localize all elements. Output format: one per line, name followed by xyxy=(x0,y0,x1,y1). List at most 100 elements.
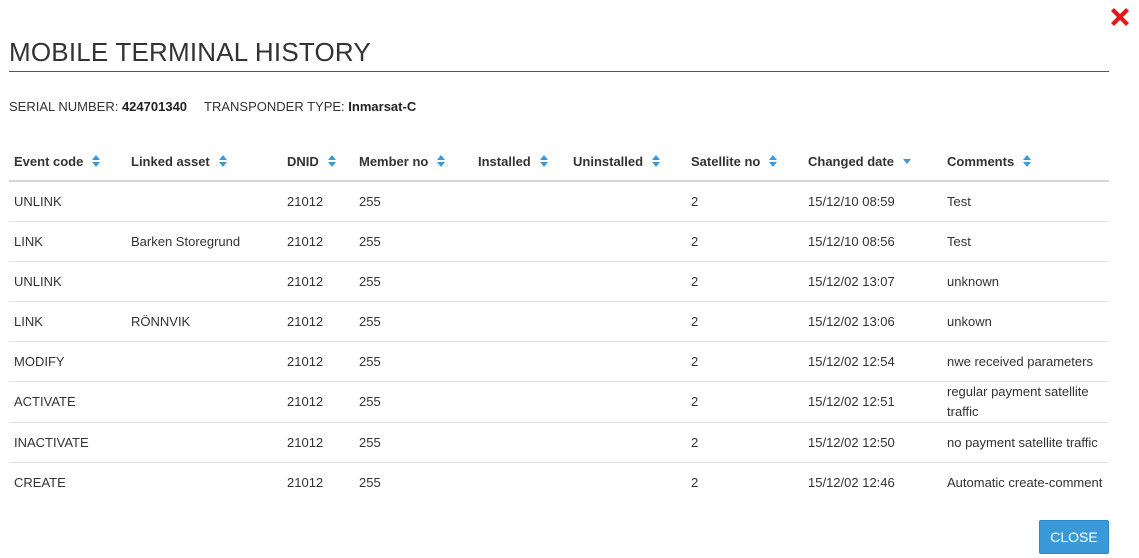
cell-changed-date: 15/12/02 13:06 xyxy=(803,301,942,342)
cell-comment: unkown xyxy=(942,301,1109,342)
column-header-member-no[interactable]: Member no xyxy=(354,142,473,182)
table-row: LINK Barken Storegrund 21012 255 2 15/12/10 0… xyxy=(9,221,1109,262)
cell-member-no: 255 xyxy=(354,301,473,342)
table-row: UNLINK 21012 255 2 15/12/02 13:07 unknown xyxy=(9,261,1109,302)
table-row: MODIFY 21012 255 2 15/12/02 12:54 nwe receive… xyxy=(9,341,1109,382)
column-header-uninstalled[interactable]: Uninstalled xyxy=(568,142,686,182)
column-header-linked-asset[interactable]: Linked asset xyxy=(126,142,282,182)
cell-comment: Test xyxy=(942,221,1109,262)
cell-uninstalled xyxy=(568,221,686,262)
cell-satellite-no: 2 xyxy=(686,341,803,382)
cell-linked-asset: Barken Storegrund xyxy=(126,221,282,262)
column-header-event-code[interactable]: Event code xyxy=(9,142,126,182)
cell-member-no: 255 xyxy=(354,422,473,463)
sort-desc-icon[interactable] xyxy=(902,155,911,167)
table-row: INACTIVATE 21012 255 2 15/12/02 12:50 no paym… xyxy=(9,422,1109,463)
cell-dnid: 21012 xyxy=(287,474,324,490)
cell-dnid: 21012 xyxy=(282,221,354,262)
cell-linked-asset xyxy=(126,341,282,382)
cell-member-no: 255 xyxy=(354,341,473,382)
cell-dnid: 21012 xyxy=(282,381,354,423)
cell-event-code: ACTIVATE xyxy=(9,381,126,423)
column-header-label: Installed xyxy=(478,153,531,169)
sort-icon[interactable] xyxy=(437,155,446,168)
modal-title: MOBILE TERMINAL HISTORY xyxy=(9,37,371,67)
history-table: Event code Linked asset DNID Member no Insta… xyxy=(9,142,1109,502)
column-header-satellite-no[interactable]: Satellite no xyxy=(686,142,803,182)
cell-uninstalled xyxy=(568,261,686,302)
sort-icon[interactable] xyxy=(769,155,778,168)
cell-event-code: UNLINK xyxy=(9,181,126,222)
cell-installed xyxy=(473,422,568,463)
close-button[interactable]: CLOSE xyxy=(1039,520,1109,554)
cell-linked-asset xyxy=(126,261,282,302)
column-header-dnid[interactable]: DNID xyxy=(282,142,354,182)
cell-dnid: 21012 xyxy=(282,181,354,222)
cell-member-no: 255 xyxy=(354,261,473,302)
cell-dnid: 21012 xyxy=(282,301,354,342)
sort-icon[interactable] xyxy=(539,155,548,168)
cell-dnid: 21012 xyxy=(282,261,354,302)
cell-satellite-no: 2 xyxy=(686,181,803,222)
sort-icon[interactable] xyxy=(327,155,336,168)
column-header-label: Member no xyxy=(359,153,429,169)
cell-satellite-no: 2 xyxy=(686,381,803,423)
cell-changed-date: 15/12/02 12:51 xyxy=(803,381,942,423)
sort-icon[interactable] xyxy=(652,155,661,168)
table-header-row: Event code Linked asset DNID Member no Insta… xyxy=(9,142,1109,182)
cell-linked-asset: RÖNNVIK xyxy=(126,301,282,342)
cell-event-code: INACTIVATE xyxy=(9,422,126,463)
sort-icon[interactable] xyxy=(218,155,227,168)
cell-member-no: 255 xyxy=(354,381,473,423)
column-header-label: Uninstalled xyxy=(573,153,644,169)
table-row: LINK RÖNNVIK 21012 255 2 15/12/02 13:06 unkown xyxy=(9,301,1109,342)
cell-changed-date: 15/12/02 12:54 xyxy=(803,341,942,382)
cell-changed-date: 15/12/10 08:59 xyxy=(803,181,942,222)
cell-changed-date: 15/12/02 12:46 xyxy=(808,474,895,490)
column-header-label: Changed date xyxy=(808,153,894,169)
cell-member-no: 255 xyxy=(359,474,381,490)
cell-changed-date: 15/12/02 13:07 xyxy=(803,261,942,302)
column-header-installed[interactable]: Installed xyxy=(473,142,568,182)
column-header-comments[interactable]: Comments xyxy=(942,142,1109,182)
cell-comment: regular payment satellite traffic xyxy=(942,381,1109,423)
cell-installed xyxy=(473,261,568,302)
cell-installed xyxy=(473,221,568,262)
table-row: CREATE 21012 255 2 15/12/02 12:46 Automatic c… xyxy=(9,463,1109,503)
cell-installed xyxy=(473,463,568,503)
cell-satellite-no: 2 xyxy=(686,301,803,342)
cell-satellite-no: 2 xyxy=(686,422,803,463)
serial-number-label: SERIAL NUMBER: xyxy=(9,99,119,114)
sort-icon[interactable] xyxy=(1023,155,1032,168)
sort-icon[interactable] xyxy=(92,155,101,168)
cell-event-code: LINK xyxy=(9,221,126,262)
serial-number-value: 424701340 xyxy=(121,99,188,114)
cell-event-code: UNLINK xyxy=(9,261,126,302)
cell-installed xyxy=(473,381,568,423)
cell-dnid: 21012 xyxy=(282,341,354,382)
column-header-label: Linked asset xyxy=(131,153,210,169)
column-header-label: DNID xyxy=(287,153,319,169)
column-header-changed-date[interactable]: Changed date xyxy=(803,142,942,182)
cell-uninstalled xyxy=(568,301,686,342)
cell-comment: Test xyxy=(942,181,1109,222)
cell-satellite-no: 2 xyxy=(691,474,699,490)
table-body: UNLINK 21012 255 2 15/12/10 08:59 Test LINK Bar… xyxy=(9,181,1109,502)
cell-uninstalled xyxy=(568,341,686,382)
cell-uninstalled xyxy=(568,381,686,423)
close-icon[interactable] xyxy=(1107,4,1133,30)
cell-event-code: LINK xyxy=(9,301,126,342)
column-header-label: Comments xyxy=(947,153,1015,169)
cell-member-no: 255 xyxy=(354,181,473,222)
transponder-type-label: TRANSPONDER TYPE: xyxy=(204,99,345,114)
terminal-info: SERIAL NUMBER: 424701340 TRANSPONDER TYP… xyxy=(9,98,416,116)
cell-comment: unknown xyxy=(942,261,1109,302)
cell-uninstalled xyxy=(568,422,686,463)
cell-comment: Automatic create-comment xyxy=(947,474,1103,490)
cell-linked-asset xyxy=(126,181,282,222)
cell-member-no: 255 xyxy=(354,221,473,262)
cell-event-code: MODIFY xyxy=(9,341,126,382)
cell-linked-asset xyxy=(126,381,282,423)
title-divider xyxy=(9,71,1109,72)
cell-satellite-no: 2 xyxy=(686,221,803,262)
